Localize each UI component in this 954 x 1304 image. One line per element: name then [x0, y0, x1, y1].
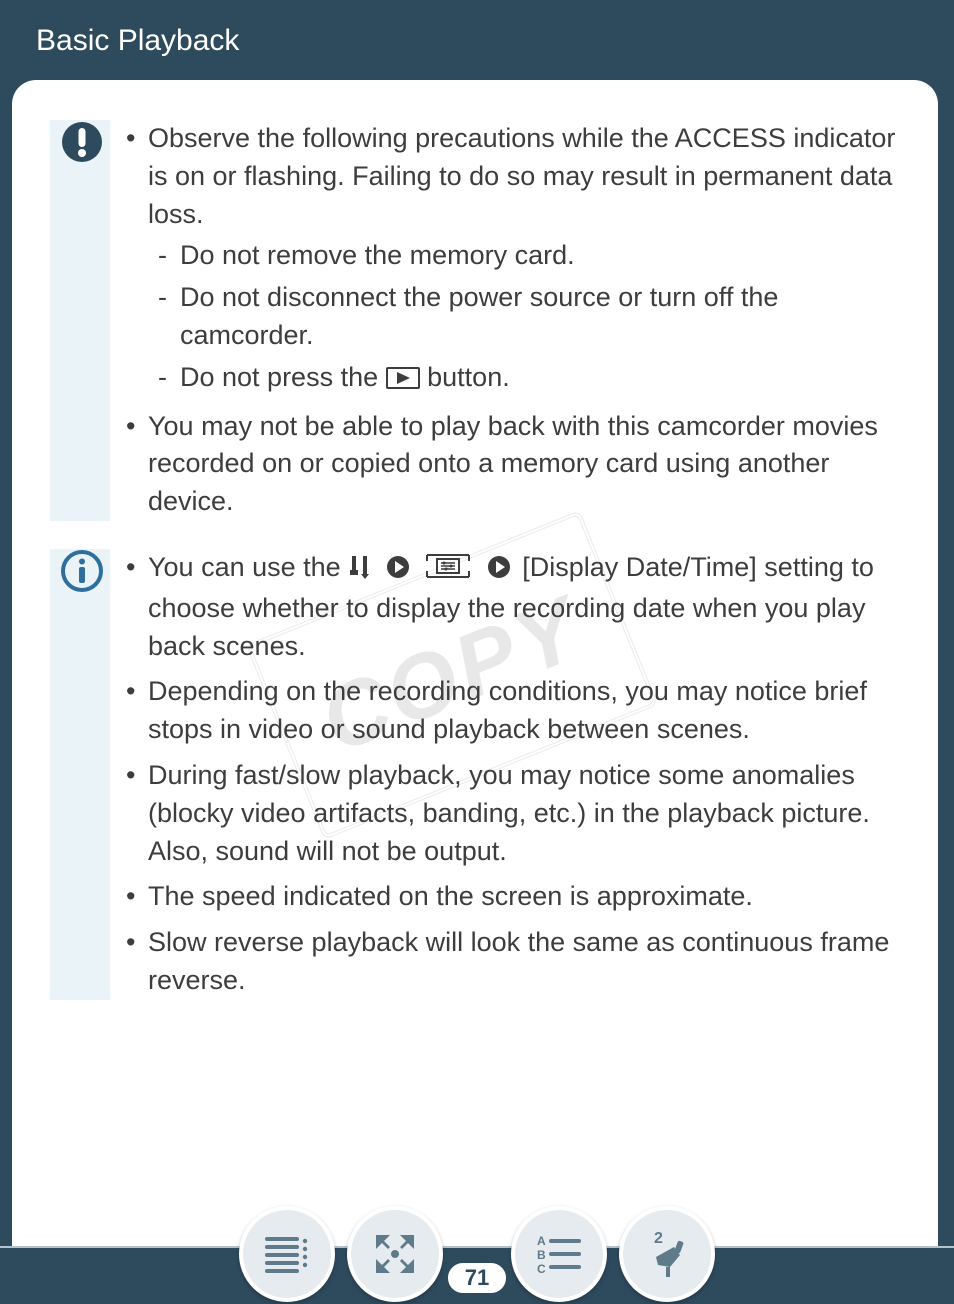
caution-icon: [60, 120, 104, 164]
caution-content: Observe the following precautions while …: [124, 120, 900, 521]
info-item: The speed indicated on the screen is app…: [124, 878, 900, 916]
svg-text:C: C: [537, 1262, 546, 1276]
info-content: You can use the: [124, 549, 900, 1000]
nav-fullscreen-button[interactable]: [347, 1206, 443, 1302]
footer-nav: 71 ABC 2: [0, 1184, 954, 1304]
page-header: Basic Playback: [0, 0, 954, 80]
page-number-pill: 71: [445, 1260, 509, 1296]
caution-band: [50, 120, 110, 521]
caution-subitem: Do not remove the memory card.: [148, 237, 900, 275]
display-settings-icon: [421, 552, 475, 590]
fullscreen-icon: [370, 1229, 420, 1279]
info-icon: [60, 549, 104, 593]
nav-row: 71 ABC 2: [0, 1206, 954, 1302]
info-item: Depending on the recording conditions, y…: [124, 673, 900, 749]
nav-index-button[interactable]: ABC: [511, 1206, 607, 1302]
svg-text:B: B: [537, 1248, 546, 1262]
page-body: COPY Observe the following precautions w…: [12, 80, 938, 1240]
info-band: [50, 549, 110, 1000]
info-item: During fast/slow playback, you may notic…: [124, 757, 900, 870]
info-item: Slow reverse playback will look the same…: [124, 924, 900, 1000]
camera-mode-icon: 2: [640, 1227, 694, 1281]
settings-tools-icon: [348, 552, 374, 590]
caution-block: Observe the following precautions while …: [50, 120, 900, 521]
arrow-next-icon: [386, 552, 410, 590]
caution-subitem: Do not press the button.: [148, 359, 900, 400]
index-icon: ABC: [533, 1232, 585, 1276]
svg-text:A: A: [537, 1234, 546, 1248]
arrow-next-icon: [487, 552, 511, 590]
svg-text:2: 2: [654, 1230, 663, 1247]
toc-icon: [261, 1231, 313, 1277]
info-block: You can use the: [50, 549, 900, 1000]
nav-toc-button[interactable]: [239, 1206, 335, 1302]
caution-item: Observe the following precautions while …: [124, 120, 900, 400]
info-item: You can use the: [124, 549, 900, 665]
nav-mode-button[interactable]: 2: [619, 1206, 715, 1302]
caution-item: You may not be able to play back with th…: [124, 408, 900, 521]
page-title: Basic Playback: [36, 24, 239, 57]
caution-subitem: Do not disconnect the power source or tu…: [148, 279, 900, 355]
play-mode-icon: [386, 362, 420, 400]
